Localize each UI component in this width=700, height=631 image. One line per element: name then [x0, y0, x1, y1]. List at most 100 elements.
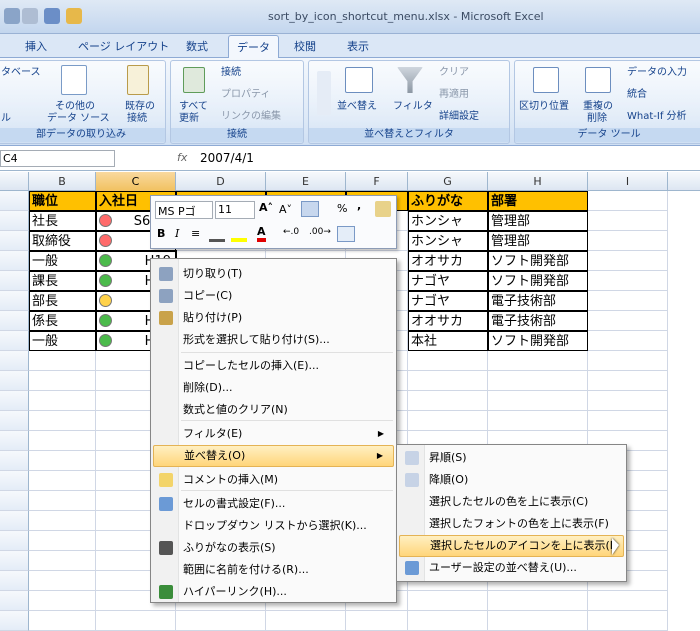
cell[interactable] — [588, 271, 668, 291]
menu-item[interactable]: コメントの挿入(M) — [153, 469, 394, 491]
department-cell[interactable]: ソフト開発部 — [488, 251, 588, 271]
position-cell[interactable]: 社長 — [29, 211, 96, 231]
row-header[interactable] — [0, 391, 29, 411]
cell[interactable] — [488, 351, 588, 371]
position-cell[interactable]: 取締役 — [29, 231, 96, 251]
cell[interactable] — [408, 591, 488, 611]
select-all[interactable] — [0, 172, 29, 191]
row-header[interactable] — [0, 271, 29, 291]
web-button[interactable]: ル — [1, 113, 11, 125]
col-header-f[interactable]: F — [346, 172, 408, 191]
formula-input[interactable]: 2007/4/1 — [200, 151, 254, 165]
department-cell[interactable]: ソフト開発部 — [488, 271, 588, 291]
menu-item[interactable]: 削除(D)... — [153, 377, 394, 399]
cell[interactable] — [488, 371, 588, 391]
row-header[interactable] — [0, 611, 29, 631]
menu-item[interactable]: ドロップダウン リストから選択(K)... — [153, 515, 394, 537]
data-validation-button[interactable]: データの入力 — [627, 67, 687, 79]
furigana-cell[interactable]: ホンシャ — [408, 231, 488, 251]
row-header[interactable] — [0, 471, 29, 491]
row-header[interactable] — [0, 511, 29, 531]
row-header[interactable] — [0, 211, 29, 231]
currency-icon[interactable] — [301, 201, 319, 217]
cell[interactable] — [588, 311, 668, 331]
font-name-box[interactable]: MS Pゴ — [155, 201, 213, 219]
comma-button[interactable]: , — [357, 199, 361, 212]
cell[interactable] — [29, 571, 96, 591]
remove-duplicates-label2[interactable]: 削除 — [587, 113, 607, 125]
cell[interactable] — [176, 611, 266, 631]
format-painter-icon[interactable] — [375, 201, 391, 217]
menu-item[interactable]: ハイパーリンク(H)... — [153, 581, 394, 603]
cell[interactable] — [588, 591, 668, 611]
consolidate-button[interactable]: 統合 — [627, 89, 647, 101]
row-header[interactable] — [0, 291, 29, 311]
font-size-box[interactable]: 11 — [215, 201, 255, 219]
refresh-all-label[interactable]: すべて — [179, 101, 208, 113]
col-header-b[interactable]: B — [29, 172, 96, 191]
open-icon[interactable] — [66, 8, 82, 24]
cell[interactable] — [29, 531, 96, 551]
text-to-columns-button[interactable]: 区切り位置 — [519, 101, 569, 113]
cell[interactable] — [588, 411, 668, 431]
shrink-font-icon[interactable]: A˅ — [279, 203, 292, 216]
row-header[interactable] — [0, 531, 29, 551]
clear-button[interactable]: クリア — [439, 67, 469, 79]
menu-item[interactable]: 形式を選択して貼り付け(S)... — [153, 329, 394, 351]
row-header[interactable] — [0, 431, 29, 451]
col-header-c[interactable]: C — [96, 172, 176, 191]
cell[interactable] — [408, 391, 488, 411]
position-cell[interactable]: 課長 — [29, 271, 96, 291]
cell[interactable] — [29, 371, 96, 391]
tab-page-layout[interactable]: ページ レイアウト — [78, 38, 169, 54]
furigana-cell[interactable]: 本社 — [408, 331, 488, 351]
menu-item[interactable]: 貼り付け(P) — [153, 307, 394, 329]
furigana-cell[interactable]: ナゴヤ — [408, 291, 488, 311]
submenu-item[interactable]: 昇順(S) — [399, 447, 624, 469]
existing-connections-label[interactable]: 既存の — [125, 101, 155, 113]
grow-font-icon[interactable]: A˄ — [259, 201, 273, 214]
cell[interactable] — [488, 611, 588, 631]
center-align-icon[interactable]: ≡ — [191, 227, 200, 240]
department-cell[interactable]: 電子技術部 — [488, 291, 588, 311]
row-header[interactable] — [0, 551, 29, 571]
cell[interactable] — [29, 511, 96, 531]
tab-review[interactable]: 校閲 — [294, 38, 316, 54]
properties-button[interactable]: プロパティ — [221, 89, 270, 101]
header-cell[interactable]: 職位 — [29, 191, 96, 211]
department-cell[interactable]: ソフト開発部 — [488, 331, 588, 351]
cell[interactable] — [588, 331, 668, 351]
sort-button[interactable]: 並べ替え — [337, 101, 377, 113]
italic-icon[interactable]: I — [175, 227, 179, 240]
connections-button[interactable]: 接続 — [221, 67, 241, 79]
menu-item[interactable]: 数式と値のクリア(N) — [153, 399, 394, 421]
cell[interactable] — [488, 411, 588, 431]
menu-item[interactable]: コピー(C) — [153, 285, 394, 307]
tab-insert[interactable]: 挿入 — [25, 38, 47, 54]
decrease-decimal-icon[interactable]: .00→ — [309, 227, 331, 237]
cell[interactable] — [29, 591, 96, 611]
remove-duplicates-label[interactable]: 重複の — [583, 101, 613, 113]
name-box[interactable]: C4 — [0, 150, 115, 167]
department-cell[interactable]: 電子技術部 — [488, 311, 588, 331]
cell[interactable] — [29, 551, 96, 571]
position-cell[interactable]: 一般 — [29, 331, 96, 351]
cell[interactable] — [588, 371, 668, 391]
border-icon[interactable] — [209, 228, 225, 242]
row-header[interactable] — [0, 311, 29, 331]
submenu-item[interactable]: 選択したフォントの色を上に表示(F) — [399, 513, 624, 535]
cell[interactable] — [408, 611, 488, 631]
cell[interactable] — [588, 391, 668, 411]
fx-icon[interactable]: fx — [177, 151, 187, 164]
edit-links-button[interactable]: リンクの編集 — [221, 111, 281, 123]
tab-view[interactable]: 表示 — [347, 38, 369, 54]
menu-item[interactable]: コピーしたセルの挿入(E)... — [153, 355, 394, 377]
cell[interactable] — [588, 611, 668, 631]
submenu-item[interactable]: 選択したセルのアイコンを上に表示(I) — [399, 535, 624, 557]
col-header-d[interactable]: D — [176, 172, 266, 191]
position-cell[interactable]: 部長 — [29, 291, 96, 311]
row-header[interactable] — [0, 571, 29, 591]
undo-icon[interactable] — [22, 8, 38, 24]
header-cell[interactable]: ふりがな — [408, 191, 488, 211]
menu-item[interactable]: セルの書式設定(F)... — [153, 493, 394, 515]
